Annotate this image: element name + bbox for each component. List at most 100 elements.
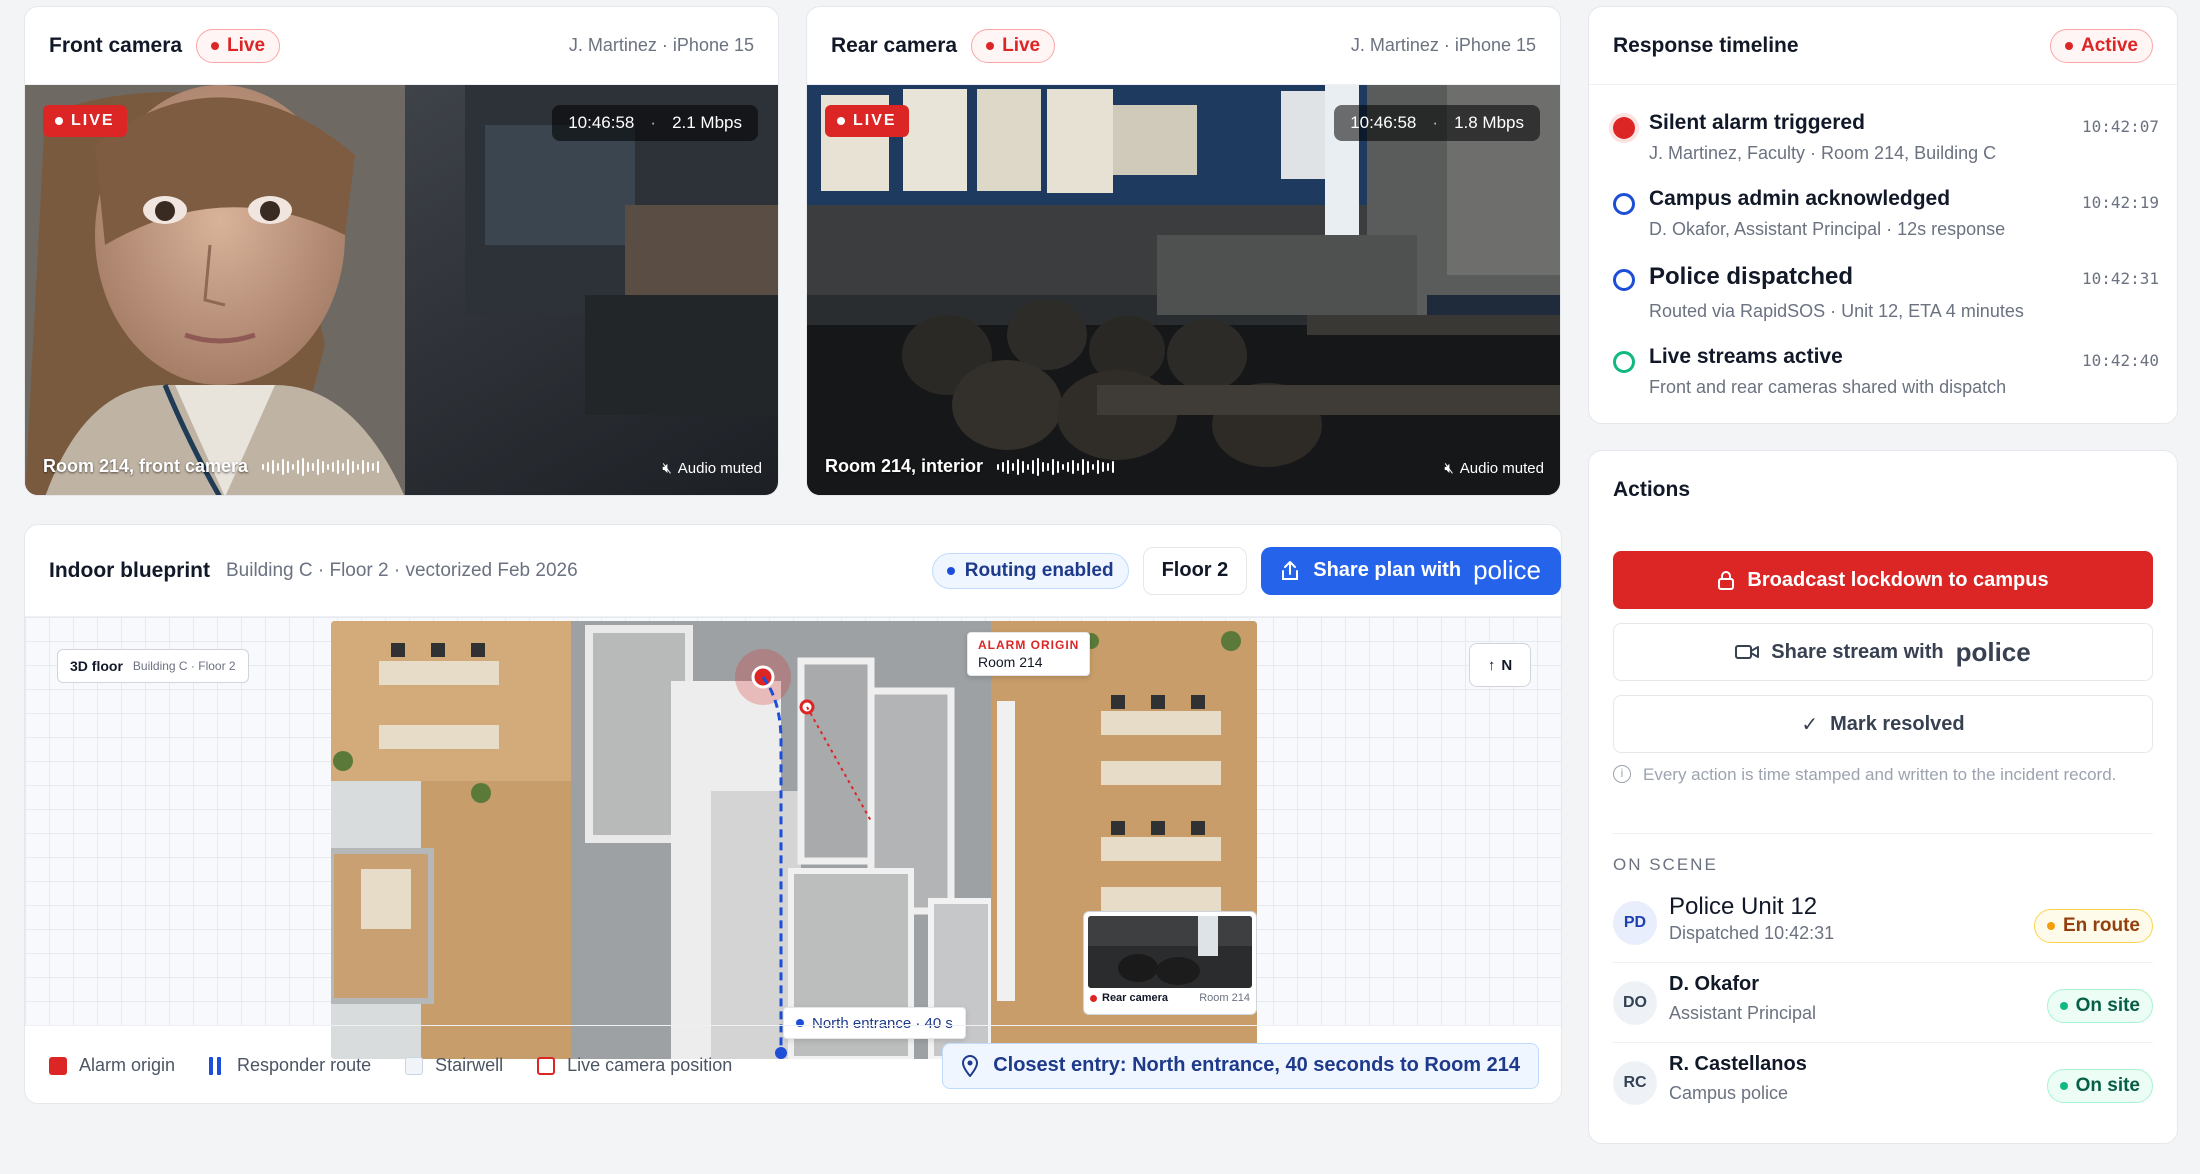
- divider: [1613, 833, 2153, 834]
- timeline-header: Response timeline Active: [1589, 7, 2177, 85]
- responder-row[interactable]: DO D. Okafor Assistant Principal On site: [1613, 971, 2153, 1043]
- event-title: Police dispatched: [1649, 263, 1854, 290]
- audio-waveform-icon: [262, 457, 380, 476]
- blueprint-map[interactable]: 3D floor Building C · Floor 2 ↑ N ALARM …: [25, 617, 1561, 1059]
- front-camera-video[interactable]: LIVE 10:46:58 · 2.1 Mbps Room 214, front…: [25, 85, 778, 495]
- event-title: Silent alarm triggered: [1649, 111, 1865, 134]
- rear-live-tag: LIVE: [825, 105, 909, 137]
- event-description: Front and rear cameras shared with dispa…: [1649, 377, 2007, 397]
- front-camera-feed-image: [25, 85, 778, 495]
- legend-stairwell: Stairwell: [405, 1055, 503, 1076]
- rear-camera-status: Live: [1002, 34, 1041, 56]
- routing-text: Routing enabled: [964, 559, 1114, 581]
- ring-marker-icon: [1613, 269, 1635, 291]
- floor-select-button[interactable]: Floor 2: [1142, 546, 1248, 595]
- event-description: J. Martinez, Faculty · Room 214, Buildin…: [1649, 143, 1997, 163]
- mini-camera-name: Rear camera: [1102, 992, 1169, 1004]
- checkmark-icon: ✓: [1801, 713, 1819, 736]
- front-stream-bitrate: 2.1 Mbps: [672, 113, 742, 132]
- response-timeline-card: Response timeline Active Silent alarm tr…: [1588, 6, 2178, 424]
- live-dot-icon: [55, 117, 63, 125]
- rear-stream-stats: 10:46:58 · 1.8 Mbps: [1334, 105, 1540, 141]
- live-dot-icon: [211, 41, 220, 50]
- legend-label: Stairwell: [435, 1055, 504, 1075]
- status-text: On site: [2075, 1075, 2140, 1096]
- avatar: RC: [1613, 1061, 1657, 1105]
- front-audio-muted[interactable]: 🔇︎ Audio muted: [662, 460, 762, 477]
- legend-responder-route: Responder route: [209, 1055, 371, 1076]
- alarm-origin-label[interactable]: ALARM ORIGIN Room 214: [967, 632, 1091, 676]
- front-caption-text: Room 214, front camera: [43, 456, 249, 476]
- legend-alarm-origin: Alarm origin: [49, 1055, 175, 1076]
- front-camera-header: Front camera Live J. Martinez · iPhone 1…: [25, 7, 778, 85]
- blueprint-header: Indoor blueprint Building C · Floor 2 · …: [25, 525, 1561, 617]
- floor-tag-label: 3D floor: [70, 658, 123, 674]
- rear-audio-text: Audio muted: [1459, 460, 1544, 477]
- status-dot-icon: [2059, 1082, 2068, 1090]
- separator: ·: [1432, 113, 1439, 132]
- front-live-text: LIVE: [71, 112, 115, 129]
- indoor-blueprint-card: Indoor blueprint Building C · Floor 2 · …: [24, 524, 1562, 1104]
- status-dot-icon: [946, 566, 955, 575]
- info-icon: i: [1613, 765, 1631, 783]
- rear-stream-bitrate: 1.8 Mbps: [1454, 113, 1524, 132]
- location-pin-icon: [962, 1054, 979, 1077]
- actions-header: Actions: [1589, 451, 2177, 529]
- north-label: N: [1501, 656, 1513, 674]
- share-plan-button[interactable]: Share plan with police: [1261, 546, 1561, 595]
- rear-live-text: LIVE: [853, 112, 897, 129]
- route-swatch-icon: [209, 1056, 225, 1075]
- status-badge: On site: [2046, 989, 2153, 1023]
- rear-camera-video[interactable]: LIVE 10:46:58 · 1.8 Mbps Room 214, inter…: [807, 85, 1560, 495]
- incident-status-text: Active: [2080, 34, 2138, 56]
- blueprint-controls: Routing enabled Floor 2 Share plan with …: [931, 546, 1561, 595]
- legend-live-camera: Live camera position: [537, 1055, 732, 1076]
- front-camera-live-badge: Live: [196, 28, 281, 63]
- broadcast-lockdown-button[interactable]: Broadcast lockdown to campus: [1613, 551, 2153, 609]
- front-audio-text: Audio muted: [677, 460, 762, 477]
- stairwell-swatch-icon: [405, 1056, 424, 1075]
- blueprint-subtitle: Building C · Floor 2 · vectorized Feb 20…: [225, 559, 578, 581]
- rear-camera-header: Rear camera Live J. Martinez · iPhone 15: [807, 7, 1560, 85]
- responder-row[interactable]: RC R. Castellanos Campus police On site: [1613, 1051, 2153, 1123]
- front-camera-card: Front camera Live J. Martinez · iPhone 1…: [24, 6, 779, 496]
- front-stream-stats: 10:46:58 · 2.1 Mbps: [552, 105, 758, 141]
- share-stream-button[interactable]: Share stream with police: [1613, 623, 2153, 681]
- status-text: On site: [2075, 995, 2140, 1016]
- front-camera-caption: Room 214, front camera: [43, 456, 380, 477]
- share-icon: [1282, 560, 1299, 580]
- timeline-title: Response timeline: [1613, 33, 1799, 57]
- on-scene-heading: ON SCENE: [1613, 855, 1718, 874]
- mini-camera-room: Room 214: [1199, 992, 1250, 1004]
- alarm-origin-room: Room 214: [978, 654, 1043, 670]
- video-camera-icon: [1735, 645, 1760, 659]
- mini-camera-image: [1088, 916, 1252, 988]
- live-dot-icon: [986, 41, 995, 50]
- event-time: 10:42:19: [2081, 193, 2159, 212]
- status-badge: En route: [2033, 909, 2153, 943]
- front-live-tag: LIVE: [43, 105, 127, 137]
- rear-stream-time: 10:46:58: [1350, 113, 1417, 132]
- rear-camera-feed-image: [807, 85, 1560, 495]
- rear-camera-map-preview[interactable]: Rear camera Room 214: [1083, 911, 1257, 1015]
- north-indicator[interactable]: ↑ N: [1469, 643, 1531, 687]
- share-plan-target: police: [1473, 555, 1541, 585]
- ring-marker-icon: [1613, 351, 1635, 373]
- share-plan-label: Share plan with: [1313, 559, 1462, 581]
- responder-name: D. Okafor: [1669, 973, 1760, 995]
- front-stream-time: 10:46:58: [568, 113, 635, 132]
- blueprint-title: Indoor blueprint: [49, 558, 210, 582]
- responder-row[interactable]: PD Police Unit 12 Dispatched 10:42:31 En…: [1613, 891, 2153, 963]
- rear-audio-muted[interactable]: 🔇︎ Audio muted: [1444, 460, 1544, 477]
- divider: [1613, 1042, 2153, 1043]
- actions-card: Actions Broadcast lockdown to campus Sha…: [1588, 450, 2178, 1144]
- front-camera-status: Live: [227, 34, 266, 56]
- broadcast-lockdown-label: Broadcast lockdown to campus: [1747, 568, 2049, 591]
- closest-entry-banner[interactable]: Closest entry: North entrance, 40 second…: [942, 1042, 1539, 1089]
- lock-icon: [1718, 571, 1735, 590]
- event-title: Live streams active: [1649, 345, 1843, 368]
- share-stream-target: police: [1955, 636, 2031, 667]
- responder-detail: Campus police: [1669, 1083, 1789, 1103]
- mark-resolved-button[interactable]: ✓ Mark resolved: [1613, 695, 2153, 753]
- front-camera-meta: J. Martinez · iPhone 15: [568, 35, 754, 55]
